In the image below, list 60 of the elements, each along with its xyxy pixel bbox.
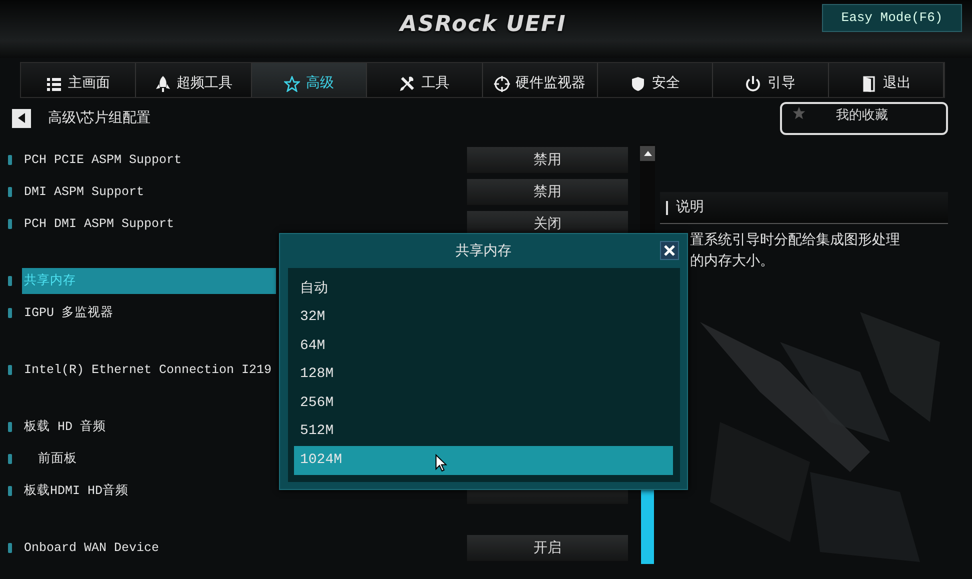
setting-item[interactable]: DMI ASPM Support (22, 179, 276, 205)
setting-item[interactable]: Onboard WAN Device (22, 535, 276, 561)
rocket-icon (154, 76, 171, 92)
option-item[interactable]: 自动 (294, 275, 673, 304)
setting-item[interactable]: 板载 HD 音频 (22, 414, 276, 440)
tab[interactable]: 高级 (252, 63, 368, 97)
item-marker (8, 155, 12, 165)
close-icon (664, 245, 675, 256)
item-marker (8, 486, 12, 496)
setting-item[interactable]: PCH PCIE ASPM Support (22, 147, 276, 173)
item-marker (8, 422, 12, 432)
dialog-title: 共享内存 (456, 242, 512, 260)
setting-item[interactable]: Intel(R) Ethernet Connection I219 (22, 357, 276, 383)
up-arrow-icon (644, 151, 652, 156)
crosshair-icon (494, 76, 510, 92)
logo: ASRock UEFI (400, 11, 566, 39)
tab[interactable]: 硬件监视器 (482, 63, 598, 97)
easy-mode-button[interactable]: Easy Mode(F6) (822, 4, 962, 32)
tab[interactable]: 引导 (713, 63, 829, 97)
description-title: 说明 (676, 198, 704, 217)
tools-icon (399, 76, 416, 92)
description-text: 置系统引导时分配给集成图形处理 (690, 231, 901, 250)
back-button[interactable] (12, 108, 31, 128)
option-item[interactable]: 512M (294, 418, 673, 446)
exit-door-icon (860, 76, 877, 92)
tab[interactable]: 安全 (598, 63, 714, 97)
option-item[interactable]: 64M (294, 332, 673, 360)
value-button[interactable]: 禁用 (467, 147, 628, 173)
item-marker (8, 308, 12, 318)
setting-item[interactable]: 前面板 (22, 446, 276, 472)
back-arrow-icon (18, 113, 26, 123)
value-button[interactable]: 禁用 (467, 179, 628, 205)
item-marker (8, 365, 12, 375)
tab[interactable]: 超频工具 (136, 63, 252, 97)
setting-item[interactable]: IGPU 多监视器 (22, 300, 276, 326)
shield-icon (630, 76, 646, 92)
breadcrumb: 高级\芯片组配置 (48, 108, 151, 128)
mouse-cursor-icon (435, 454, 447, 472)
power-icon (745, 76, 762, 92)
setting-item[interactable]: 板载HDMI HD音频 (22, 478, 276, 504)
close-button[interactable] (660, 241, 679, 260)
tab[interactable]: 主画面 (21, 63, 136, 97)
value-button[interactable]: 开启 (467, 535, 628, 561)
item-marker (8, 543, 12, 553)
tab[interactable]: 工具 (367, 63, 482, 97)
scroll-up-button[interactable] (640, 146, 655, 161)
star-icon (284, 76, 300, 92)
option-item[interactable]: 256M (294, 389, 673, 418)
option-item[interactable]: 128M (294, 360, 673, 389)
setting-item[interactable]: PCH DMI ASPM Support (22, 211, 276, 237)
star-icon (792, 106, 806, 120)
tab[interactable]: 退出 (828, 63, 944, 97)
item-marker (8, 219, 12, 229)
favorites-button[interactable]: 我的收藏 (780, 102, 948, 134)
list-icon (46, 76, 62, 92)
option-item[interactable]: 32M (294, 304, 673, 332)
item-marker (8, 454, 12, 464)
description-text: 的内存大小。 (690, 252, 775, 271)
item-marker (8, 276, 12, 286)
item-marker (8, 187, 12, 197)
